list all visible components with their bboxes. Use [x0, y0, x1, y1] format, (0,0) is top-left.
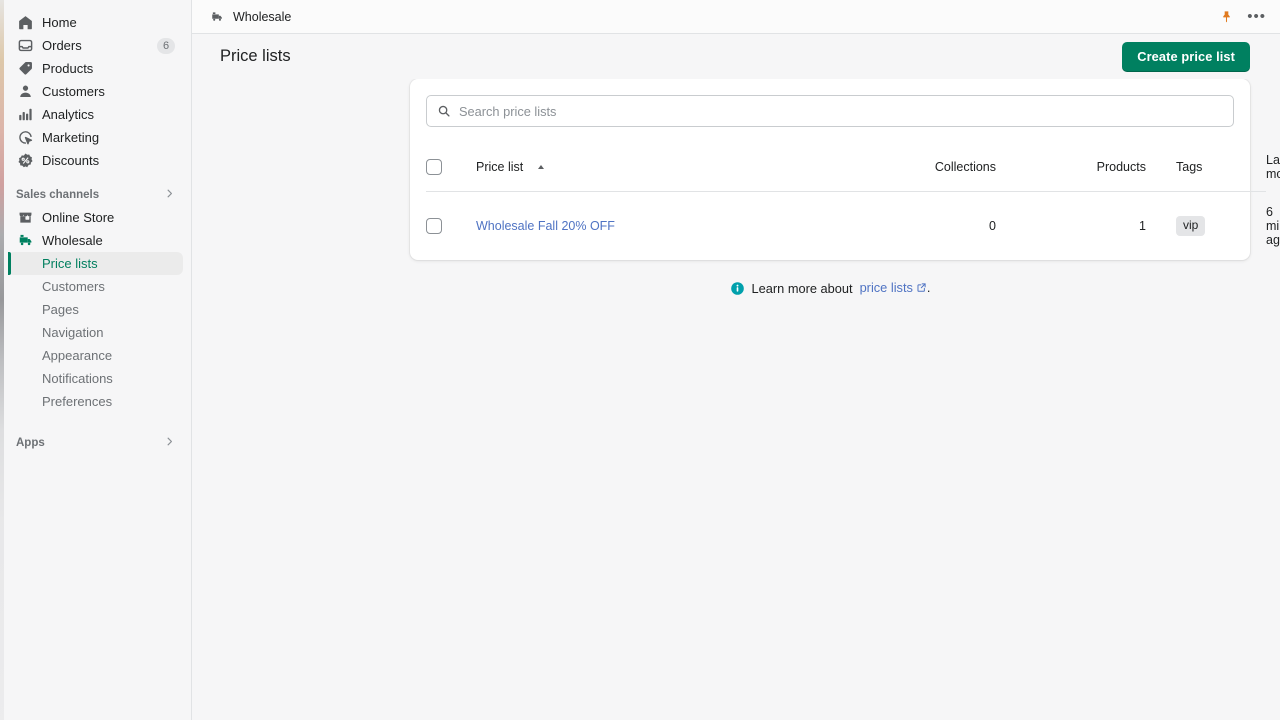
external-link-icon: [916, 281, 927, 296]
sidebar-item-label: Orders: [42, 38, 82, 53]
price-lists-card: Price list Collections Products Tags Las…: [410, 79, 1250, 260]
more-options-icon[interactable]: •••: [1247, 9, 1266, 24]
sidebar-item-orders[interactable]: Orders 6: [8, 34, 183, 57]
sidebar-item-label: Products: [42, 61, 93, 76]
section-label: Apps: [16, 437, 45, 449]
customers-icon: [16, 83, 34, 101]
select-all-checkbox[interactable]: [426, 159, 442, 175]
row-collections-cell: 0: [806, 192, 996, 261]
price-lists-link[interactable]: price lists: [860, 280, 913, 295]
table-header-row: Price list Collections Products Tags Las…: [426, 143, 1266, 192]
info-icon: [730, 281, 745, 296]
wholesale-icon: [16, 232, 34, 250]
sort-ascending-icon: [538, 165, 544, 169]
topbar: Wholesale •••: [192, 0, 1280, 34]
sidebar-item-label: Marketing: [42, 130, 99, 145]
table-head: Price list Collections Products Tags Las…: [426, 143, 1266, 192]
learn-more-link-wrap: price lists.: [860, 280, 931, 296]
sidebar-item-label: Customers: [42, 279, 105, 294]
sidebar-item-home[interactable]: Home: [8, 11, 183, 34]
pin-icon[interactable]: [1220, 9, 1233, 24]
page-content: Price list Collections Products Tags Las…: [192, 79, 1280, 720]
orders-badge: 6: [157, 38, 175, 54]
column-header-products[interactable]: Products: [996, 143, 1146, 192]
search-bar[interactable]: [426, 95, 1234, 127]
home-icon: [16, 14, 34, 32]
window-edge-strip: [0, 0, 4, 720]
sidebar-item-pages[interactable]: Pages: [8, 298, 183, 321]
sidebar-section-apps[interactable]: Apps: [8, 432, 183, 454]
row-checkbox[interactable]: [426, 218, 442, 234]
table-row[interactable]: Wholesale Fall 20% OFF 0 1 vip 6 minutes…: [426, 192, 1266, 261]
wholesale-icon: [210, 10, 224, 24]
marketing-icon: [16, 129, 34, 147]
sidebar-item-label: Customers: [42, 84, 105, 99]
store-icon: [16, 209, 34, 227]
sidebar-item-preferences[interactable]: Preferences: [8, 390, 183, 413]
products-icon: [16, 60, 34, 78]
sidebar-item-label: Navigation: [42, 325, 103, 340]
sidebar-item-analytics[interactable]: Analytics: [8, 103, 183, 126]
column-header-tags[interactable]: Tags: [1146, 143, 1266, 192]
sidebar-item-marketing[interactable]: Marketing: [8, 126, 183, 149]
sidebar-item-customers[interactable]: Customers: [8, 80, 183, 103]
main-area: Wholesale ••• Price lists Create price l…: [192, 0, 1280, 720]
sidebar-item-notifications[interactable]: Notifications: [8, 367, 183, 390]
sidebar-item-products[interactable]: Products: [8, 57, 183, 80]
sidebar-item-label: Wholesale: [42, 233, 103, 248]
sidebar-item-label: Online Store: [42, 210, 114, 225]
page-header: Price lists Create price list: [192, 34, 1280, 79]
page-title: Price lists: [220, 47, 291, 66]
price-lists-table: Price list Collections Products Tags Las…: [426, 143, 1266, 260]
breadcrumb: Wholesale: [233, 10, 291, 24]
learn-more-suffix: .: [927, 280, 931, 295]
row-select-cell: [426, 192, 476, 261]
sidebar-section-sales-channels[interactable]: Sales channels: [8, 184, 183, 206]
column-label: Price list: [476, 160, 523, 174]
sidebar-item-label: Analytics: [42, 107, 94, 122]
sidebar-item-label: Price lists: [42, 256, 98, 271]
column-header-collections[interactable]: Collections: [806, 143, 996, 192]
content-inner: Price list Collections Products Tags Las…: [410, 79, 1250, 296]
column-header-price-list[interactable]: Price list: [476, 143, 806, 192]
create-price-list-button[interactable]: Create price list: [1122, 42, 1250, 72]
active-indicator: [8, 252, 11, 275]
search-input[interactable]: [459, 104, 1223, 119]
sidebar-item-price-lists[interactable]: Price lists: [8, 252, 183, 275]
price-list-link[interactable]: Wholesale Fall 20% OFF: [476, 219, 615, 233]
app-root: Home Orders 6 Products Customers: [0, 0, 1280, 720]
sidebar-item-appearance[interactable]: Appearance: [8, 344, 183, 367]
section-label: Sales channels: [16, 189, 99, 201]
sidebar: Home Orders 6 Products Customers: [0, 0, 192, 720]
orders-icon: [16, 37, 34, 55]
row-name-cell: Wholesale Fall 20% OFF: [476, 192, 806, 261]
sidebar-item-label: Home: [42, 15, 77, 30]
sidebar-item-wholesale[interactable]: Wholesale: [8, 229, 183, 252]
chevron-right-icon: [164, 188, 175, 202]
learn-more-prefix: Learn more about: [752, 281, 853, 296]
discounts-icon: [16, 152, 34, 170]
sidebar-item-label: Notifications: [42, 371, 113, 386]
sidebar-item-navigation[interactable]: Navigation: [8, 321, 183, 344]
analytics-icon: [16, 106, 34, 124]
sidebar-item-label: Appearance: [42, 348, 112, 363]
sidebar-item-label: Discounts: [42, 153, 99, 168]
learn-more-footer: Learn more about price lists.: [410, 280, 1250, 296]
sidebar-item-discounts[interactable]: Discounts: [8, 149, 183, 172]
table-body: Wholesale Fall 20% OFF 0 1 vip 6 minutes…: [426, 192, 1266, 261]
select-all-header: [426, 143, 476, 192]
sidebar-item-label: Pages: [42, 302, 79, 317]
sidebar-item-label: Preferences: [42, 394, 112, 409]
row-products-cell: 1: [996, 192, 1146, 261]
search-icon: [437, 104, 451, 118]
chevron-right-icon: [164, 436, 175, 450]
sidebar-item-online-store[interactable]: Online Store: [8, 206, 183, 229]
row-tags-cell: vip: [1146, 192, 1266, 261]
sidebar-item-wholesale-customers[interactable]: Customers: [8, 275, 183, 298]
tag-badge: vip: [1176, 216, 1205, 235]
